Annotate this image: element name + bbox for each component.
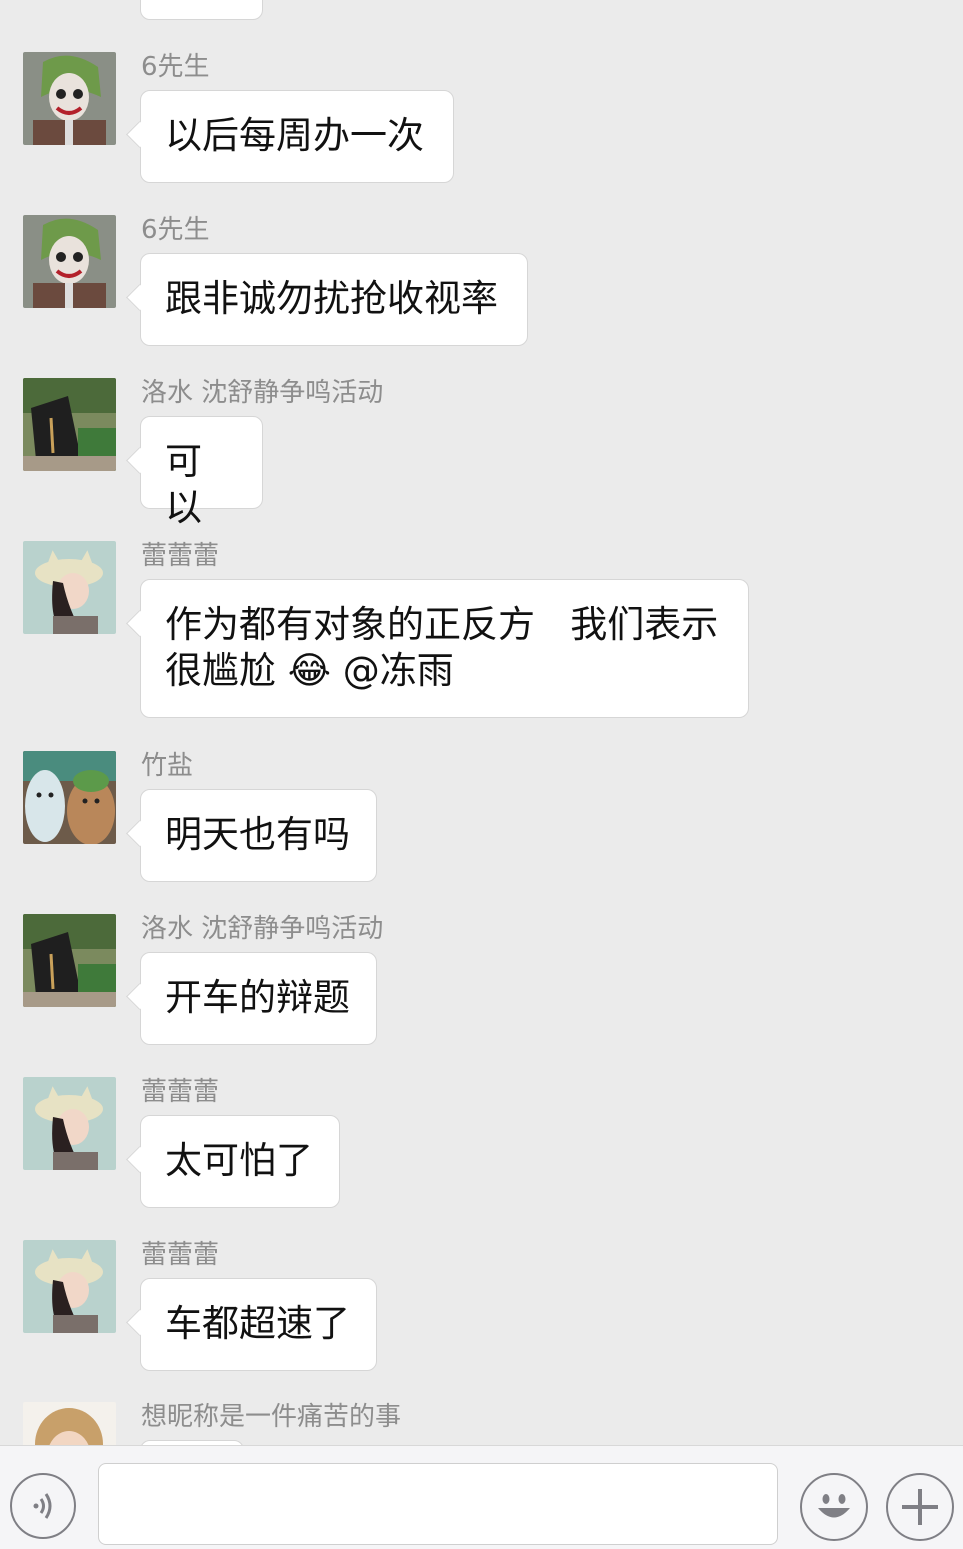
emoji-icon (818, 1494, 850, 1518)
plus-icon (902, 1489, 938, 1525)
chat-area[interactable]: 6先生 以后每周办一次 6先生 跟非诚勿扰抢收视率 洛水 沈舒静争鸣活动 可以 … (0, 0, 963, 1445)
sender-name: 蕾蕾蕾 (141, 1077, 220, 1107)
voice-icon (33, 1493, 52, 1519)
message-bubble[interactable]: 以后每周办一次 (140, 90, 454, 183)
girl-hat-avatar[interactable] (23, 1077, 116, 1170)
input-toolbar (0, 1445, 963, 1549)
bears-avatar[interactable] (23, 751, 116, 844)
joker-avatar[interactable] (23, 52, 116, 145)
sender-name: 洛水 沈舒静争鸣活动 (141, 378, 384, 408)
message-bubble[interactable]: 可以 (140, 416, 263, 529)
joker-avatar[interactable] (23, 215, 116, 308)
sender-name: 蕾蕾蕾 (141, 541, 220, 571)
emoji-button[interactable] (800, 1473, 868, 1541)
sender-name: 洛水 沈舒静争鸣活动 (141, 914, 384, 944)
message-bubble[interactable]: 明天也有吗 (140, 789, 377, 882)
stone-avatar[interactable] (23, 378, 116, 471)
stone-avatar[interactable] (23, 914, 116, 1007)
message-bubble[interactable]: 车都超速了 (140, 1278, 377, 1371)
sender-name: 竹盐 (141, 751, 194, 781)
girl-hat-avatar[interactable] (23, 541, 116, 634)
message-bubble[interactable]: 跟非诚勿扰抢收视率 (140, 253, 528, 346)
sender-name: 6先生 (141, 52, 210, 82)
message-bubble[interactable]: 太可怕了 (140, 1115, 340, 1208)
sender-name: 6先生 (141, 215, 210, 245)
message-bubble[interactable]: 作为都有对象的正反方 我们表示 很尴尬 😂 @冻雨 (140, 579, 749, 718)
sender-name: 想昵称是一件痛苦的事 (141, 1402, 402, 1432)
message-bubble[interactable]: 开车的辩题 (140, 952, 377, 1045)
plus-button[interactable] (886, 1473, 954, 1541)
voice-button[interactable] (10, 1473, 76, 1539)
partial-bubble (140, 0, 263, 20)
sender-name: 蕾蕾蕾 (141, 1240, 220, 1270)
girl-hat-avatar[interactable] (23, 1240, 116, 1333)
message-input[interactable] (98, 1463, 778, 1545)
blonde-avatar[interactable] (23, 1402, 116, 1445)
